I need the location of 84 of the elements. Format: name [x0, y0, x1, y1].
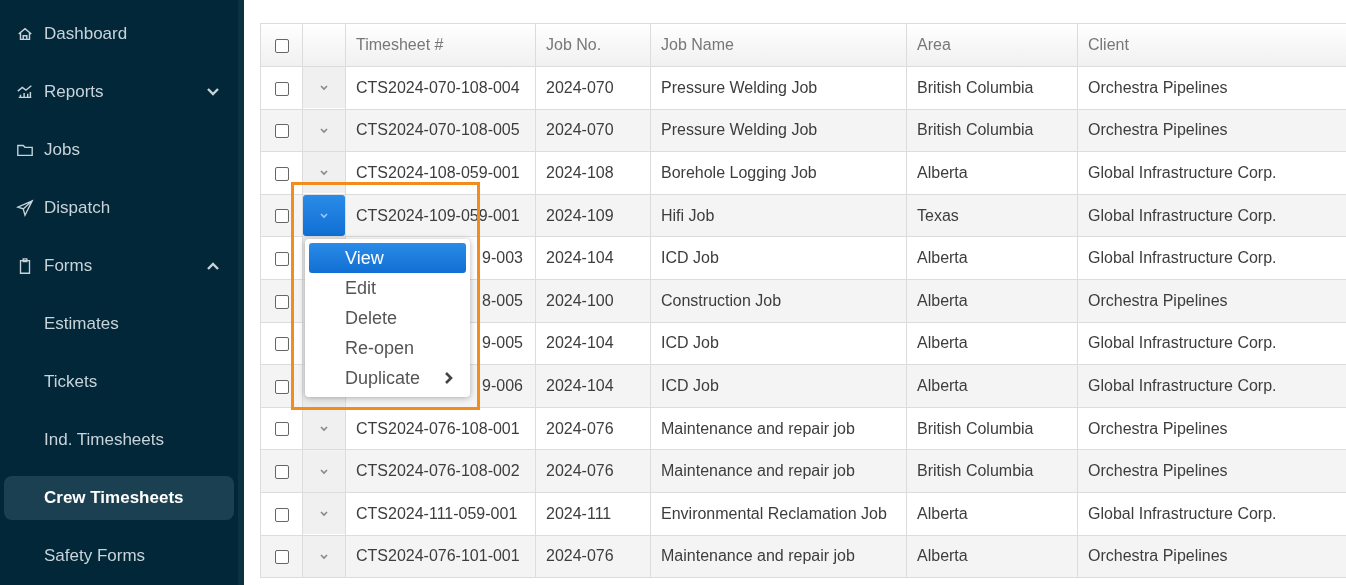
table-cell: CTS2024-076-108-002 — [345, 449, 536, 493]
table-cell: ICD Job — [650, 364, 907, 408]
chevron-down-icon — [319, 126, 329, 134]
checkbox[interactable] — [274, 550, 289, 565]
checkbox[interactable] — [274, 294, 289, 309]
checkbox[interactable] — [274, 124, 289, 139]
table-cell: British Columbia — [906, 449, 1078, 493]
column-header: Timesheet # — [345, 23, 536, 67]
checkbox[interactable] — [274, 38, 289, 53]
sidebar-item[interactable]: Dispatch — [4, 186, 234, 230]
sidebar-item[interactable]: Crew Timesheets — [4, 476, 234, 520]
table-cell: ICD Job — [650, 236, 907, 280]
table-cell: Alberta — [906, 492, 1078, 536]
table-cell: 2024-108 — [535, 151, 651, 195]
table-cell: British Columbia — [906, 66, 1078, 110]
checkbox[interactable] — [274, 209, 289, 224]
menu-item[interactable]: View — [309, 243, 466, 274]
table-cell: CTS2024-108-059-001 — [345, 151, 536, 195]
table-cell: CTS2024-076-108-001 — [345, 407, 536, 450]
table-cell: Alberta — [906, 364, 1078, 408]
table-cell: 2024-109 — [535, 194, 651, 237]
table-cell: Pressure Welding Job — [650, 66, 907, 110]
table-cell: Alberta — [906, 151, 1078, 195]
table-cell: ICD Job — [650, 322, 907, 365]
chevron-down-icon — [319, 212, 329, 220]
table-cell: 2024-100 — [535, 279, 651, 323]
sidebar-item[interactable]: Forms — [4, 244, 234, 288]
column-header: Job Name — [650, 23, 907, 67]
table-cell: CTS2024-070-108-005 — [345, 109, 536, 152]
column-header: Job No. — [535, 23, 651, 67]
table-cell: Construction Job — [650, 279, 907, 323]
table-cell: 2024-070 — [535, 66, 651, 110]
table-cell: CTS2024-111-059-001 — [345, 492, 536, 536]
table-cell: 2024-104 — [535, 364, 651, 408]
table-cell: Hifi Job — [650, 194, 907, 237]
table-cell: 2024-104 — [535, 236, 651, 280]
row-menu-button[interactable] — [303, 195, 345, 237]
sidebar-item[interactable]: Tickets — [4, 360, 234, 404]
checkbox[interactable] — [274, 81, 289, 96]
sidebar-item[interactable]: Estimates — [4, 302, 234, 346]
table-cell: Alberta — [906, 236, 1078, 280]
table-cell: Maintenance and repair job — [650, 407, 907, 450]
sidebar-item[interactable]: Dashboard — [4, 12, 234, 56]
checkbox[interactable] — [274, 422, 289, 437]
table-cell: Maintenance and repair job — [650, 449, 907, 493]
table-cell: 2024-076 — [535, 535, 651, 578]
table-cell: Environmental Reclamation Job — [650, 492, 907, 536]
table-cell: Alberta — [906, 322, 1078, 365]
paper-plane-icon — [16, 199, 34, 217]
table-cell: 2024-076 — [535, 407, 651, 450]
sidebar-item[interactable]: Reports — [4, 70, 234, 114]
table-cell: 2024-104 — [535, 322, 651, 365]
chevron-down-icon — [319, 84, 329, 92]
table-cell: British Columbia — [906, 109, 1078, 152]
sidebar-item[interactable]: Safety Forms — [4, 534, 234, 578]
checkbox[interactable] — [274, 251, 289, 266]
column-header: Client — [1077, 23, 1346, 67]
checkbox[interactable] — [274, 166, 289, 181]
table-cell: Alberta — [906, 535, 1078, 578]
table-cell: Alberta — [906, 279, 1078, 323]
chevron-down-icon — [319, 510, 329, 518]
checkbox[interactable] — [274, 464, 289, 479]
table-cell: CTS2024-076-101-001 — [345, 535, 536, 578]
table-cell: 2024-111 — [535, 492, 651, 536]
table-cell: Texas — [906, 194, 1078, 237]
sidebar-item[interactable]: Jobs — [4, 128, 234, 172]
chevron-down-icon — [319, 552, 329, 560]
table-cell: 2024-076 — [535, 449, 651, 493]
chart-icon — [16, 83, 34, 101]
checkbox[interactable] — [274, 507, 289, 522]
chevron-down-icon — [319, 169, 329, 177]
sidebar-item[interactable]: Ind. Timesheets — [4, 418, 234, 462]
table-cell: Borehole Logging Job — [650, 151, 907, 195]
table-cell: British Columbia — [906, 407, 1078, 450]
chevron-down-icon — [319, 467, 329, 475]
table-cell: Maintenance and repair job — [650, 535, 907, 578]
table-cell: CTS2024-070-108-004 — [345, 66, 536, 110]
home-icon — [16, 25, 34, 43]
checkbox[interactable] — [274, 379, 289, 394]
table-cell: Pressure Welding Job — [650, 109, 907, 152]
table-cell: 2024-070 — [535, 109, 651, 152]
column-header: Area — [906, 23, 1078, 67]
chevron-down-icon — [319, 425, 329, 433]
checkbox[interactable] — [274, 337, 289, 352]
